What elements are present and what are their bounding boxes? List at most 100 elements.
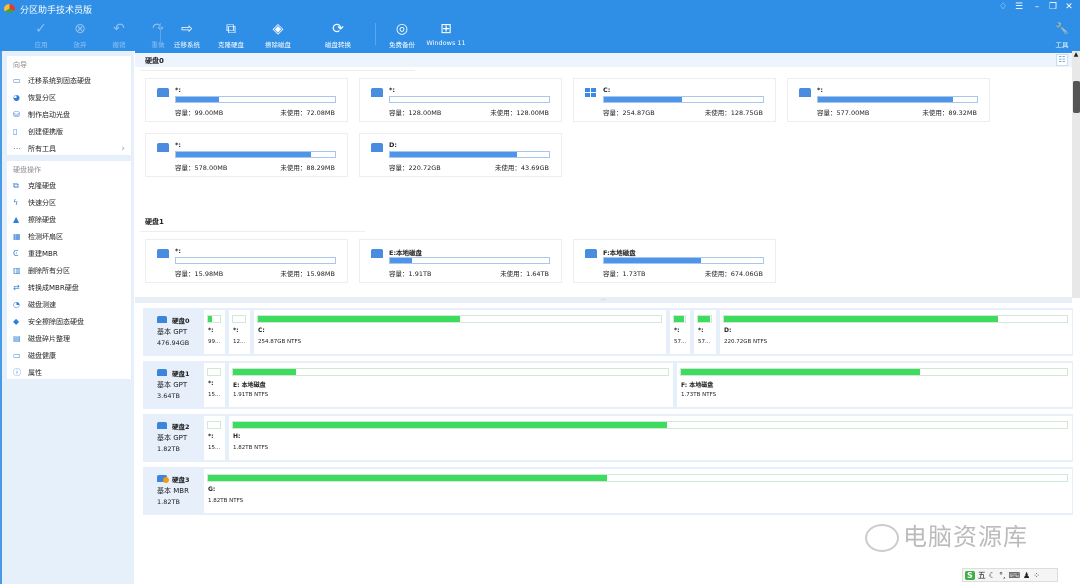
- punct-icon[interactable]: °,: [999, 571, 1006, 580]
- recover-partition-icon: ◕: [13, 92, 20, 102]
- disk-name: 硬盘0: [172, 317, 190, 325]
- ime-toolbar[interactable]: S 五 ☾ °, ⌨ ♟ ⁘: [962, 568, 1058, 582]
- partition-card[interactable]: D: 容量：220.72GB 未使用：43.69GB: [359, 133, 562, 177]
- tools-label: 工具: [1055, 41, 1069, 49]
- maximize-button[interactable]: ❐: [1046, 2, 1060, 12]
- disk-label[interactable]: 硬盘0 基本 GPT 476.94GB: [145, 310, 201, 354]
- toolbar-button-4[interactable]: ⇨ 迁移系统: [163, 19, 211, 49]
- partition-block[interactable]: H: 1.82TB NTFS: [229, 416, 1072, 460]
- capacity: 容量：128.00MB: [389, 107, 441, 117]
- toolbar-button-9[interactable]: ⊞ Windows 11: [422, 19, 470, 47]
- partition-card[interactable]: *: 容量：15.98MB 未使用：15.98MB: [145, 239, 348, 283]
- disk-label[interactable]: 硬盘3 基本 MBR 1.82TB: [145, 469, 201, 513]
- toolbar-button-5[interactable]: ⧉ 克隆硬盘: [207, 19, 255, 49]
- sidebar-item[interactable]: ▯ 创建便携版: [7, 123, 131, 140]
- usage-fill: [818, 97, 954, 102]
- scrollbar[interactable]: ▲: [1072, 51, 1080, 298]
- disk-row[interactable]: 硬盘0 基本 GPT 476.94GB *: 99... *: 12... C: 254.87G…: [143, 308, 1073, 356]
- unused-label: 未使用：: [280, 270, 307, 278]
- unused-label: 未使用：: [494, 164, 521, 172]
- partition-card[interactable]: *: 容量：578.00MB 未使用：88.29MB: [145, 133, 348, 177]
- sidebar-item[interactable]: ⓘ 属性: [7, 364, 131, 381]
- scroll-up-icon[interactable]: ▲: [1072, 51, 1080, 59]
- bad-sector-icon: ▦: [13, 231, 21, 241]
- disk-row[interactable]: 硬盘2 基本 GPT 1.82TB *: 15... H: 1.82TB NTFS: [143, 414, 1073, 462]
- sidebar-item[interactable]: ▥ 删除所有分区: [7, 262, 131, 279]
- disk-icon: [157, 143, 169, 152]
- sidebar-item[interactable]: ◔ 磁盘测速: [7, 296, 131, 313]
- sidebar-item-label: 快速分区: [28, 198, 56, 207]
- app-logo-icon: [4, 4, 15, 13]
- partition-card[interactable]: *: 容量：577.00MB 未使用：89.32MB: [787, 78, 990, 122]
- sidebar-item-label: 磁盘健康: [28, 351, 56, 360]
- keyboard-icon[interactable]: ⌨: [1008, 571, 1020, 580]
- partition-card[interactable]: *: 容量：99.00MB 未使用：72.08MB: [145, 78, 348, 122]
- partition-card[interactable]: C: 容量：254.87GB 未使用：128.75GB: [573, 78, 776, 122]
- sidebar-item[interactable]: ⋯ 所有工具 ›: [7, 140, 131, 157]
- partition-block[interactable]: E: 本地磁盘 1.91TB NTFS: [229, 363, 673, 407]
- capacity: 容量：220.72GB: [389, 162, 441, 172]
- grid-icon[interactable]: ⁘: [1033, 571, 1040, 580]
- divider: [140, 70, 415, 71]
- partition-usage-fill: [208, 316, 212, 322]
- partition-block[interactable]: D: 220.72GB NTFS: [720, 310, 1072, 354]
- toolbar-button-8[interactable]: ◎ 免费备份: [378, 19, 426, 49]
- sidebar-item[interactable]: ⇄ 转换成MBR硬盘: [7, 279, 131, 296]
- partition-block[interactable]: C: 254.87GB NTFS: [254, 310, 666, 354]
- sidebar-item[interactable]: ▭ 磁盘健康: [7, 347, 131, 364]
- partition-card[interactable]: F:本地磁盘 容量：1.73TB 未使用：674.06GB: [573, 239, 776, 283]
- trash-icon: ▥: [13, 265, 21, 275]
- disk-label[interactable]: 硬盘2 基本 GPT 1.82TB: [145, 416, 201, 460]
- sidebar-item-label: 迁移系统到固态硬盘: [28, 76, 91, 85]
- unused-value: 128.75GB: [730, 109, 763, 117]
- unused-label: 未使用：: [500, 270, 527, 278]
- partition-block[interactable]: G: 1.82TB NTFS: [204, 469, 1072, 513]
- close-button[interactable]: ✕: [1062, 2, 1076, 12]
- partition-name: G:: [208, 486, 216, 493]
- sidebar-item[interactable]: ◆ 安全擦除固态硬盘: [7, 313, 131, 330]
- partition-block[interactable]: *: 15...: [204, 363, 225, 407]
- partition-card[interactable]: E:本地磁盘 容量：1.91TB 未使用：1.64TB: [359, 239, 562, 283]
- usage-fill: [604, 97, 682, 102]
- sidebar-item[interactable]: Ͼ 重建MBR: [7, 245, 131, 262]
- partition-block[interactable]: *: 99...: [204, 310, 225, 354]
- tools-button[interactable]: 🔧 工具: [1038, 19, 1080, 49]
- pane-splitter[interactable]: ···: [135, 297, 1072, 303]
- view-toggle-icon[interactable]: ☷: [1056, 54, 1068, 66]
- toolbar-button-6[interactable]: ◈ 擦除磁盘: [254, 19, 302, 49]
- sidebar-item[interactable]: ϟ 快速分区: [7, 194, 131, 211]
- sidebar-item[interactable]: ⧉ 克隆硬盘: [7, 177, 131, 194]
- disk-row[interactable]: 硬盘3 基本 MBR 1.82TB G: 1.82TB NTFS: [143, 467, 1073, 515]
- toolbar-button-7[interactable]: ⟳ 磁盘转换: [314, 19, 362, 49]
- minimize-button[interactable]: –: [1030, 2, 1044, 12]
- capacity-value: 577.00MB: [836, 109, 870, 117]
- disk-icon: [799, 88, 811, 97]
- sogou-icon: S: [965, 570, 975, 580]
- sidebar-item[interactable]: ⛁ 制作启动光盘: [7, 106, 131, 123]
- partition-block[interactable]: *: 57...: [694, 310, 716, 354]
- title-bar: 分区助手技术员版 ♢ ☰ – ❐ ✕: [0, 0, 1080, 17]
- moon-icon[interactable]: ☾: [989, 571, 996, 580]
- partition-block[interactable]: *: 15...: [204, 416, 225, 460]
- watermark: 电脑资源库: [865, 517, 1028, 552]
- disk-row[interactable]: 硬盘1 基本 GPT 3.64TB *: 15... E: 本地磁盘 1.91TB NTFS…: [143, 361, 1073, 409]
- chevron-right-icon[interactable]: ›: [121, 144, 125, 154]
- sidebar-item[interactable]: ▦ 检测坏扇区: [7, 228, 131, 245]
- user-icon[interactable]: ♟: [1023, 571, 1030, 580]
- partition-block[interactable]: *: 57...: [670, 310, 690, 354]
- partition-block[interactable]: F: 本地磁盘 1.73TB NTFS: [677, 363, 1072, 407]
- scroll-thumb[interactable]: [1073, 81, 1080, 113]
- partition-block[interactable]: *: 12...: [229, 310, 250, 354]
- disk0-header: 硬盘0 ☷: [135, 51, 1072, 67]
- sidebar-item[interactable]: ▲ 擦除硬盘: [7, 211, 131, 228]
- partition-card[interactable]: *: 容量：128.00MB 未使用：128.00MB: [359, 78, 562, 122]
- unused: 未使用：674.06GB: [705, 268, 763, 278]
- ime-mode[interactable]: 五: [978, 570, 986, 581]
- sidebar-item[interactable]: ▭ 迁移系统到固态硬盘: [7, 72, 131, 89]
- sidebar-item[interactable]: ◕ 恢复分区: [7, 89, 131, 106]
- sidebar-item[interactable]: ▤ 磁盘碎片整理: [7, 330, 131, 347]
- menu-icon[interactable]: ☰: [1012, 2, 1026, 12]
- disk-label[interactable]: 硬盘1 基本 GPT 3.64TB: [145, 363, 201, 407]
- unused-label: 未使用：: [280, 164, 307, 172]
- theme-icon[interactable]: ♢: [996, 2, 1010, 12]
